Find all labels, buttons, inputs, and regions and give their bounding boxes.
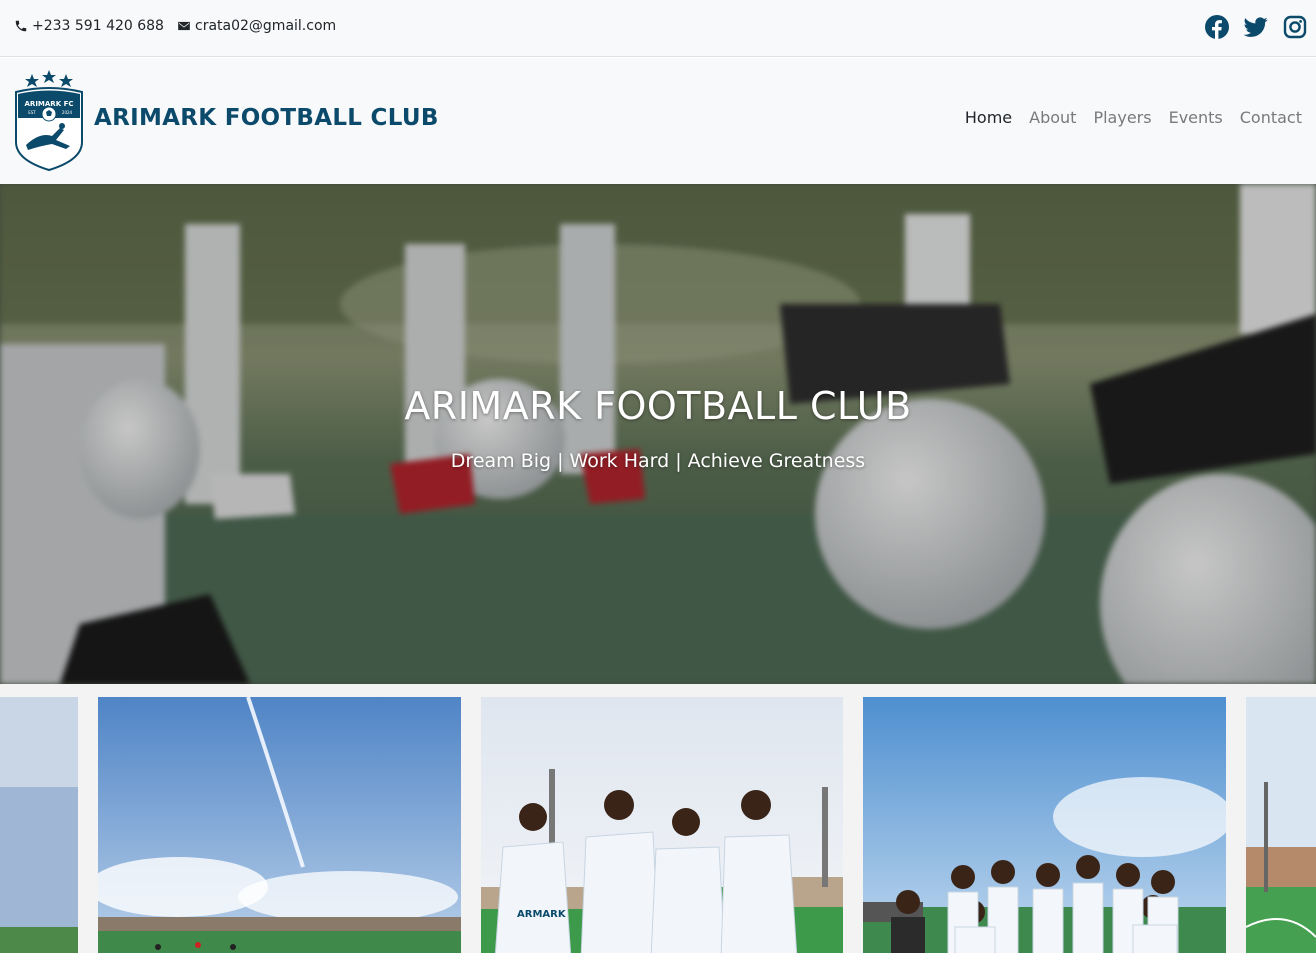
- jersey-text: ARMARK: [517, 909, 567, 920]
- gallery-photo-5[interactable]: [1246, 697, 1316, 953]
- phone-icon: [15, 20, 27, 32]
- field-wide-photo: [98, 697, 461, 953]
- facebook-link[interactable]: [1204, 14, 1230, 40]
- nav-players[interactable]: Players: [1093, 108, 1151, 127]
- hero-subtitle: Dream Big | Work Hard | Achieve Greatnes…: [450, 450, 866, 472]
- team-four-players-photo: ARMARK: [481, 697, 843, 953]
- phone-contact[interactable]: +233 591 420 688: [14, 18, 164, 34]
- top-contact-bar: +233 591 420 688 crata02@gmail.com: [0, 0, 1316, 57]
- facebook-icon: [1205, 15, 1229, 39]
- hero-overlay: [0, 184, 1316, 684]
- twitter-icon: [1244, 17, 1268, 37]
- photo-gallery: ARMARK: [0, 684, 1316, 953]
- email-address: crata02@gmail.com: [195, 18, 337, 34]
- instagram-link[interactable]: [1282, 14, 1308, 40]
- field-stadium-photo: [1246, 697, 1316, 953]
- nav-about[interactable]: About: [1029, 108, 1076, 127]
- gallery-photo-3[interactable]: ARMARK: [481, 697, 843, 953]
- gallery-photo-4[interactable]: [863, 697, 1226, 953]
- gallery-photo-2[interactable]: [98, 697, 461, 953]
- team-group-photo: [863, 697, 1226, 953]
- nav-home[interactable]: Home: [965, 108, 1012, 127]
- hero-banner: ARIMARK FOOTBALL CLUB Dream Big | Work H…: [0, 184, 1316, 684]
- gallery-photo-1[interactable]: [0, 697, 78, 953]
- phone-number: +233 591 420 688: [32, 18, 164, 34]
- site-header: ARIMARK FC EST 2024 ARIMARK FOOTBALL CLU…: [0, 58, 1316, 184]
- nav-contact[interactable]: Contact: [1240, 108, 1302, 127]
- logo-year: 2024: [62, 110, 73, 115]
- field-sky-photo: [0, 697, 78, 953]
- logo-est: EST: [28, 110, 36, 115]
- twitter-link[interactable]: [1243, 14, 1269, 40]
- brand-name[interactable]: ARIMARK FOOTBALL CLUB: [94, 105, 439, 131]
- envelope-icon: [178, 21, 190, 31]
- hero-title: ARIMARK FOOTBALL CLUB: [404, 384, 912, 428]
- club-crest-logo[interactable]: ARIMARK FC EST 2024: [12, 70, 86, 172]
- email-contact[interactable]: crata02@gmail.com: [177, 18, 336, 34]
- nav-events[interactable]: Events: [1169, 108, 1223, 127]
- instagram-icon: [1283, 15, 1307, 39]
- main-nav: Home About Players Events Contact: [948, 108, 1302, 127]
